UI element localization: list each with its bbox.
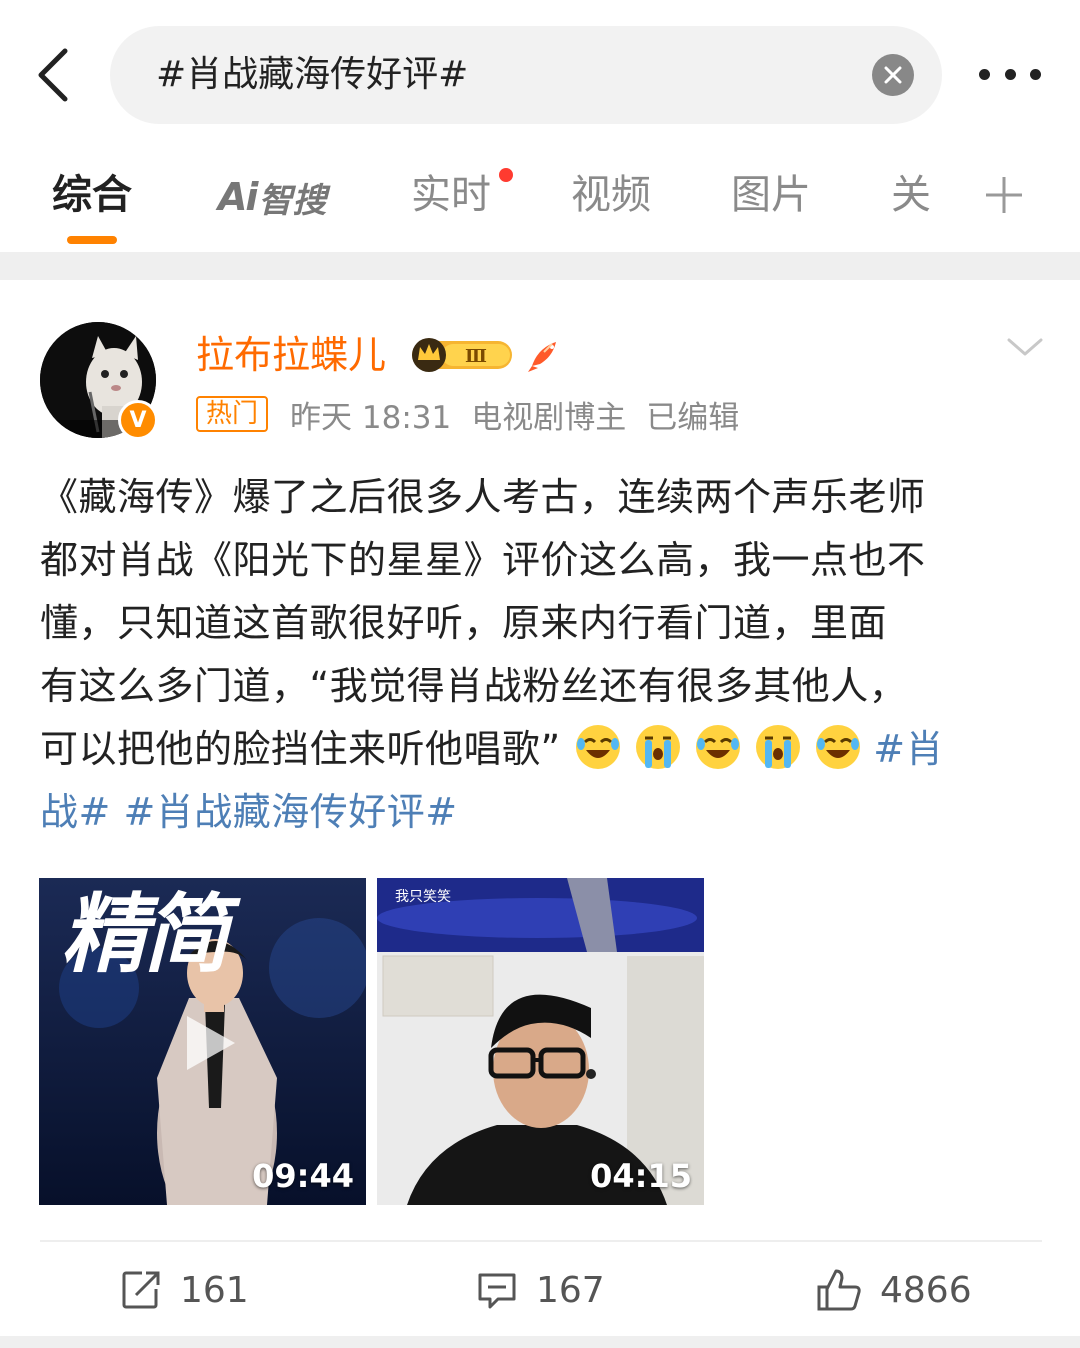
post-text: 《藏海传》爆了之后很多人考古，连续两个声乐老师 都对肖战《阳光下的星星》评价这么… <box>40 466 1045 844</box>
laugh-cry-emoji-icon <box>696 725 741 769</box>
post-text-line-with-emoji: 可以把他的脸挡住来听他唱歌” #肖 <box>40 718 1045 781</box>
video-overlay-caption: 我只笑笑 <box>395 889 451 905</box>
more-options-button[interactable] <box>975 54 1045 94</box>
post-text-line: 有这么多门道，“我觉得肖战粉丝还有很多其他人， <box>40 664 908 708</box>
post-meta: 热门 昨天 18:31 电视剧博主 已编辑 <box>196 392 759 436</box>
top-bar: #肖战藏海传好评# <box>0 0 1080 150</box>
tab-realtime[interactable]: 实时 <box>411 170 491 220</box>
edited-label: 已编辑 <box>646 399 740 436</box>
crying-emoji-icon <box>756 725 801 769</box>
dot-icon <box>979 68 990 80</box>
tab-comprehensive[interactable]: 综合 <box>52 170 132 220</box>
search-input[interactable]: #肖战藏海传好评# <box>110 26 942 124</box>
repost-count: 161 <box>180 1269 249 1311</box>
post-text-line: 《藏海传》爆了之后很多人考古，连续两个声乐老师 <box>40 475 926 519</box>
chevron-left-icon <box>38 48 68 102</box>
repost-icon <box>122 1271 160 1309</box>
hashtag-link[interactable]: 战# <box>40 790 111 834</box>
tab-images[interactable]: 图片 <box>731 170 811 220</box>
ai-logo: Ai <box>218 175 258 219</box>
search-query: #肖战藏海传好评# <box>156 54 469 95</box>
section-divider <box>0 252 1080 280</box>
dot-icon <box>1004 68 1016 80</box>
crying-emoji-icon <box>636 725 681 769</box>
like-button[interactable]: 4866 <box>816 1265 972 1315</box>
close-icon <box>884 66 902 84</box>
back-button[interactable] <box>22 40 82 110</box>
verified-badge-icon: V <box>118 400 158 440</box>
weibo-post: V 拉布拉蝶儿 Ⅲ 热门 昨天 18:31 电视剧博主 已编辑 《藏海传》爆了之… <box>0 280 1080 1348</box>
tabs-fade <box>930 150 980 252</box>
action-bar-divider <box>40 1240 1042 1242</box>
teacher-video-frame <box>377 878 704 1205</box>
hashtag-link[interactable]: #肖战藏海传好评# <box>123 790 457 834</box>
post-text-segment: 可以把他的脸挡住来听他唱歌” <box>40 727 561 771</box>
comment-count: 167 <box>536 1269 605 1311</box>
member-level-badge-icon[interactable]: Ⅲ <box>410 336 518 374</box>
play-icon <box>187 1016 235 1070</box>
author-category: 电视剧博主 <box>471 399 627 436</box>
repost-button[interactable]: 161 <box>120 1265 249 1315</box>
clear-search-button[interactable] <box>872 54 914 96</box>
post-text-line-hashtags: 战# #肖战藏海传好评# <box>40 781 1045 844</box>
thumbs-up-icon <box>817 1269 861 1311</box>
laugh-cry-emoji-icon <box>576 725 621 769</box>
post-text-line: 懂，只知道这首歌很好听，原来内行看门道，里面 <box>40 601 888 645</box>
tab-video[interactable]: 视频 <box>571 170 651 220</box>
koi-fish-icon[interactable] <box>526 336 564 374</box>
post-text-line: 都对肖战《阳光下的星星》评价这么高，我一点也不 <box>40 538 926 582</box>
laugh-cry-emoji-icon <box>816 725 861 769</box>
video-thumbnail[interactable]: 我只笑笑 04:15 <box>377 878 704 1205</box>
dot-icon <box>1030 68 1041 80</box>
post-author-name[interactable]: 拉布拉蝶儿 <box>196 328 386 382</box>
like-count: 4866 <box>880 1269 972 1311</box>
comment-button[interactable]: 167 <box>476 1265 605 1315</box>
new-content-dot <box>499 168 513 182</box>
tab-ai-search[interactable]: Ai 智搜 <box>218 174 327 221</box>
tab-follow[interactable]: 关 <box>891 170 931 220</box>
hot-tag: 热门 <box>196 396 269 432</box>
plus-icon <box>986 177 1022 213</box>
chevron-down-icon[interactable] <box>1005 332 1045 362</box>
level-badge-text: Ⅲ <box>465 346 487 367</box>
post-time: 昨天 18:31 <box>290 399 452 436</box>
comment-icon <box>478 1273 516 1309</box>
video-duration: 09:44 <box>252 1157 354 1195</box>
bottom-divider <box>0 1336 1080 1348</box>
video-overlay-title: 精简 <box>61 885 229 985</box>
video-duration: 04:15 <box>590 1157 692 1195</box>
video-thumbnail[interactable]: 精简 09:44 <box>39 878 366 1205</box>
active-tab-indicator <box>67 236 117 244</box>
hashtag-link[interactable]: #肖 <box>873 727 944 771</box>
search-tabs: 综合 Ai 智搜 实时 视频 图片 关 <box>0 150 1080 252</box>
ai-search-label: 智搜 <box>258 180 327 221</box>
add-tab-button[interactable] <box>982 170 1026 220</box>
